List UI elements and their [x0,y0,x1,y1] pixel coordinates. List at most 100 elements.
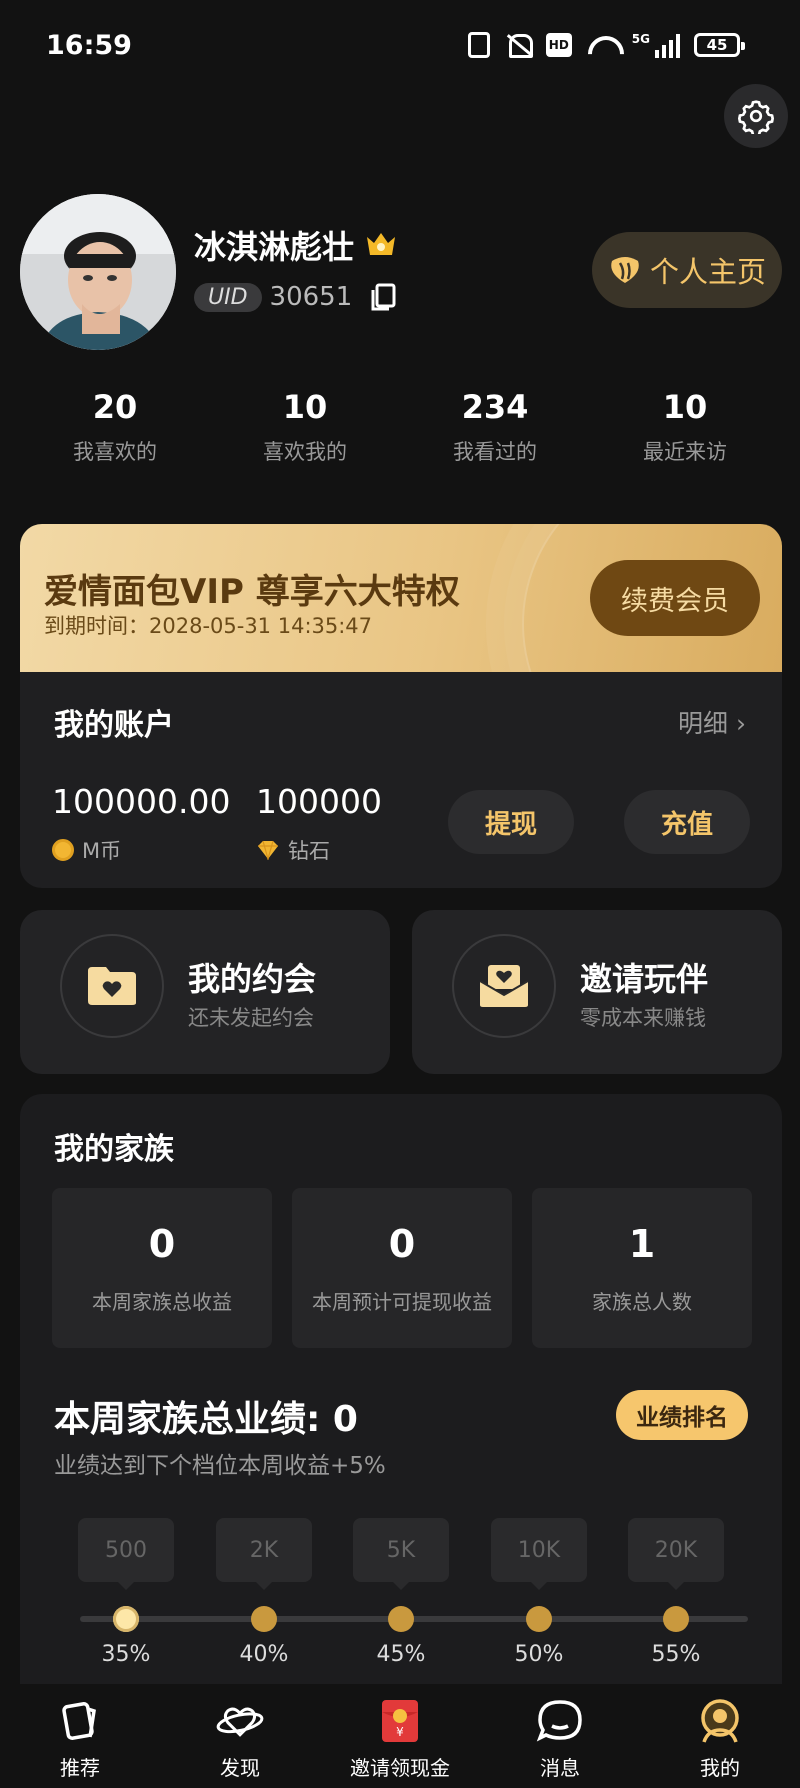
mute-bell-icon [504,32,533,58]
nfc-icon [467,32,490,58]
tier-percent: 55% [651,1642,701,1667]
tab-label: 推荐 [60,1756,100,1780]
tab-mine[interactable]: 我的 [640,1684,800,1788]
family-stat-value: 1 [628,1222,656,1266]
envelope-heart-icon [479,965,529,1007]
stat-value: 10 [662,388,708,426]
account-title: 我的账户 [54,708,174,743]
diamond-unit: 钻石 [288,839,330,863]
tab-recommend[interactable]: 推荐 [0,1684,160,1788]
tier-threshold-tag: 2K [216,1518,312,1590]
invite-partner-card[interactable]: 邀请玩伴 零成本来赚钱 [412,910,782,1074]
network-type: 5G [631,32,650,46]
family-title: 我的家族 [54,1132,174,1167]
tab-label: 消息 [540,1756,580,1780]
chat-bubble-icon [536,1698,584,1744]
tab-discover[interactable]: 发现 [160,1684,320,1788]
quick-title: 邀请玩伴 [580,960,709,998]
tier-percent: 40% [239,1642,289,1667]
stat-value: 234 [461,388,529,426]
wifi-icon [586,32,618,58]
family-stat-withdrawable: 0 本周预计可提现收益 [292,1188,512,1348]
coin-balance: 100000.00 M币 [52,782,230,865]
family-stat-label: 本周家族总收益 [92,1290,232,1314]
stat-value: 20 [92,388,138,426]
stat-label: 我看过的 [453,440,537,464]
battery-icon: 45 [694,33,745,57]
cell-signal-icon: 5G [632,32,680,58]
stat-label: 最近来访 [643,440,727,464]
svg-text:¥: ¥ [396,1725,404,1739]
status-bar: 16:59 HD 5G 45 [0,0,800,96]
stat-label: 我喜欢的 [73,440,157,464]
quick-subtitle: 零成本来赚钱 [580,1006,706,1030]
stat-likes[interactable]: 20 我喜欢的 [20,388,210,466]
tier-percent: 50% [514,1642,564,1667]
tier-threshold-tag: 10K [491,1518,587,1590]
nickname-row: 冰淇淋彪壮 [194,222,398,268]
homepage-label: 个人主页 [649,255,766,289]
quick-title: 我的约会 [188,960,317,998]
family-stat-value: 0 [148,1222,176,1266]
tab-label: 我的 [700,1756,740,1780]
coin-balance-value: 100000.00 [52,782,231,821]
stat-liked-by[interactable]: 10 喜欢我的 [210,388,400,466]
withdraw-button[interactable]: 提现 [448,790,574,854]
copy-icon[interactable] [368,282,398,312]
stat-label: 喜欢我的 [263,440,347,464]
tier-dot [388,1606,414,1632]
folder-heart-icon [88,967,136,1005]
vip-title: 爱情面包VIP 尊享六大特权 [44,572,460,612]
tier-threshold-tag: 5K [353,1518,449,1590]
renew-membership-button[interactable]: 续费会员 [590,560,760,636]
coin-unit: M币 [82,839,122,863]
family-stat-label: 家族总人数 [592,1290,692,1314]
recharge-button[interactable]: 充值 [624,790,750,854]
tier-percent: 45% [376,1642,426,1667]
family-stat-label: 本周预计可提现收益 [312,1290,492,1314]
tab-invite-cash[interactable]: ¥ 邀请领现金 [320,1684,480,1788]
detail-label: 明细 [678,709,729,738]
nickname: 冰淇淋彪壮 [194,228,355,266]
avatar[interactable] [20,194,176,350]
tab-label: 发现 [220,1756,260,1780]
tier-threshold-tag: 20K [628,1518,724,1590]
gear-icon [738,100,774,134]
crown-badge-icon [367,233,396,255]
tier-progress-track [80,1616,748,1622]
vip-banner[interactable]: 爱情面包VIP 尊享六大特权 到期时间：2028-05-31 14:35:47 … [20,524,782,672]
status-time: 16:59 [46,30,132,61]
homepage-button[interactable]: 个人主页 [592,232,782,308]
chevron-right-icon: › [736,709,746,738]
tab-messages[interactable]: 消息 [480,1684,640,1788]
coin-icon [52,839,74,861]
diamond-icon [258,840,278,860]
uid-label: UID [194,282,262,312]
diamond-balance-value: 100000 [256,782,382,821]
profile-icon [696,1698,744,1744]
planet-icon [216,1698,264,1744]
account-card: 我的账户 明细 › 100000.00 M币 100000 钻石 提现 充值 [20,672,782,888]
tier-dot-current [113,1606,139,1632]
quick-icon-wrap [60,934,164,1038]
account-detail-link[interactable]: 明细 › [678,704,746,740]
my-dates-card[interactable]: 我的约会 还未发起约会 [20,910,390,1074]
family-stat-members: 1 家族总人数 [532,1188,752,1348]
stat-visitors[interactable]: 10 最近来访 [590,388,780,466]
tier-threshold-tag: 500 [78,1518,174,1590]
vip-expire-time: 到期时间：2028-05-31 14:35:47 [44,614,373,638]
stat-viewed[interactable]: 234 我看过的 [400,388,590,466]
red-envelope-icon: ¥ [376,1698,424,1744]
quick-subtitle: 还未发起约会 [188,1006,314,1030]
performance-subtitle: 业绩达到下个档位本周收益+5% [54,1453,386,1479]
tier-dot [251,1606,277,1632]
performance-ranking-button[interactable]: 业绩排名 [616,1390,748,1440]
family-card: 我的家族 0 本周家族总收益 0 本周预计可提现收益 1 家族总人数 本周家族总… [20,1094,782,1694]
cards-icon [56,1698,104,1744]
stat-value: 10 [282,388,328,426]
profile-stats: 20 我喜欢的 10 喜欢我的 234 我看过的 10 最近来访 [0,388,800,466]
settings-button[interactable] [724,84,788,148]
tier-percent: 35% [101,1642,151,1667]
status-icons: HD 5G 45 [467,32,745,58]
family-stat-value: 0 [388,1222,416,1266]
